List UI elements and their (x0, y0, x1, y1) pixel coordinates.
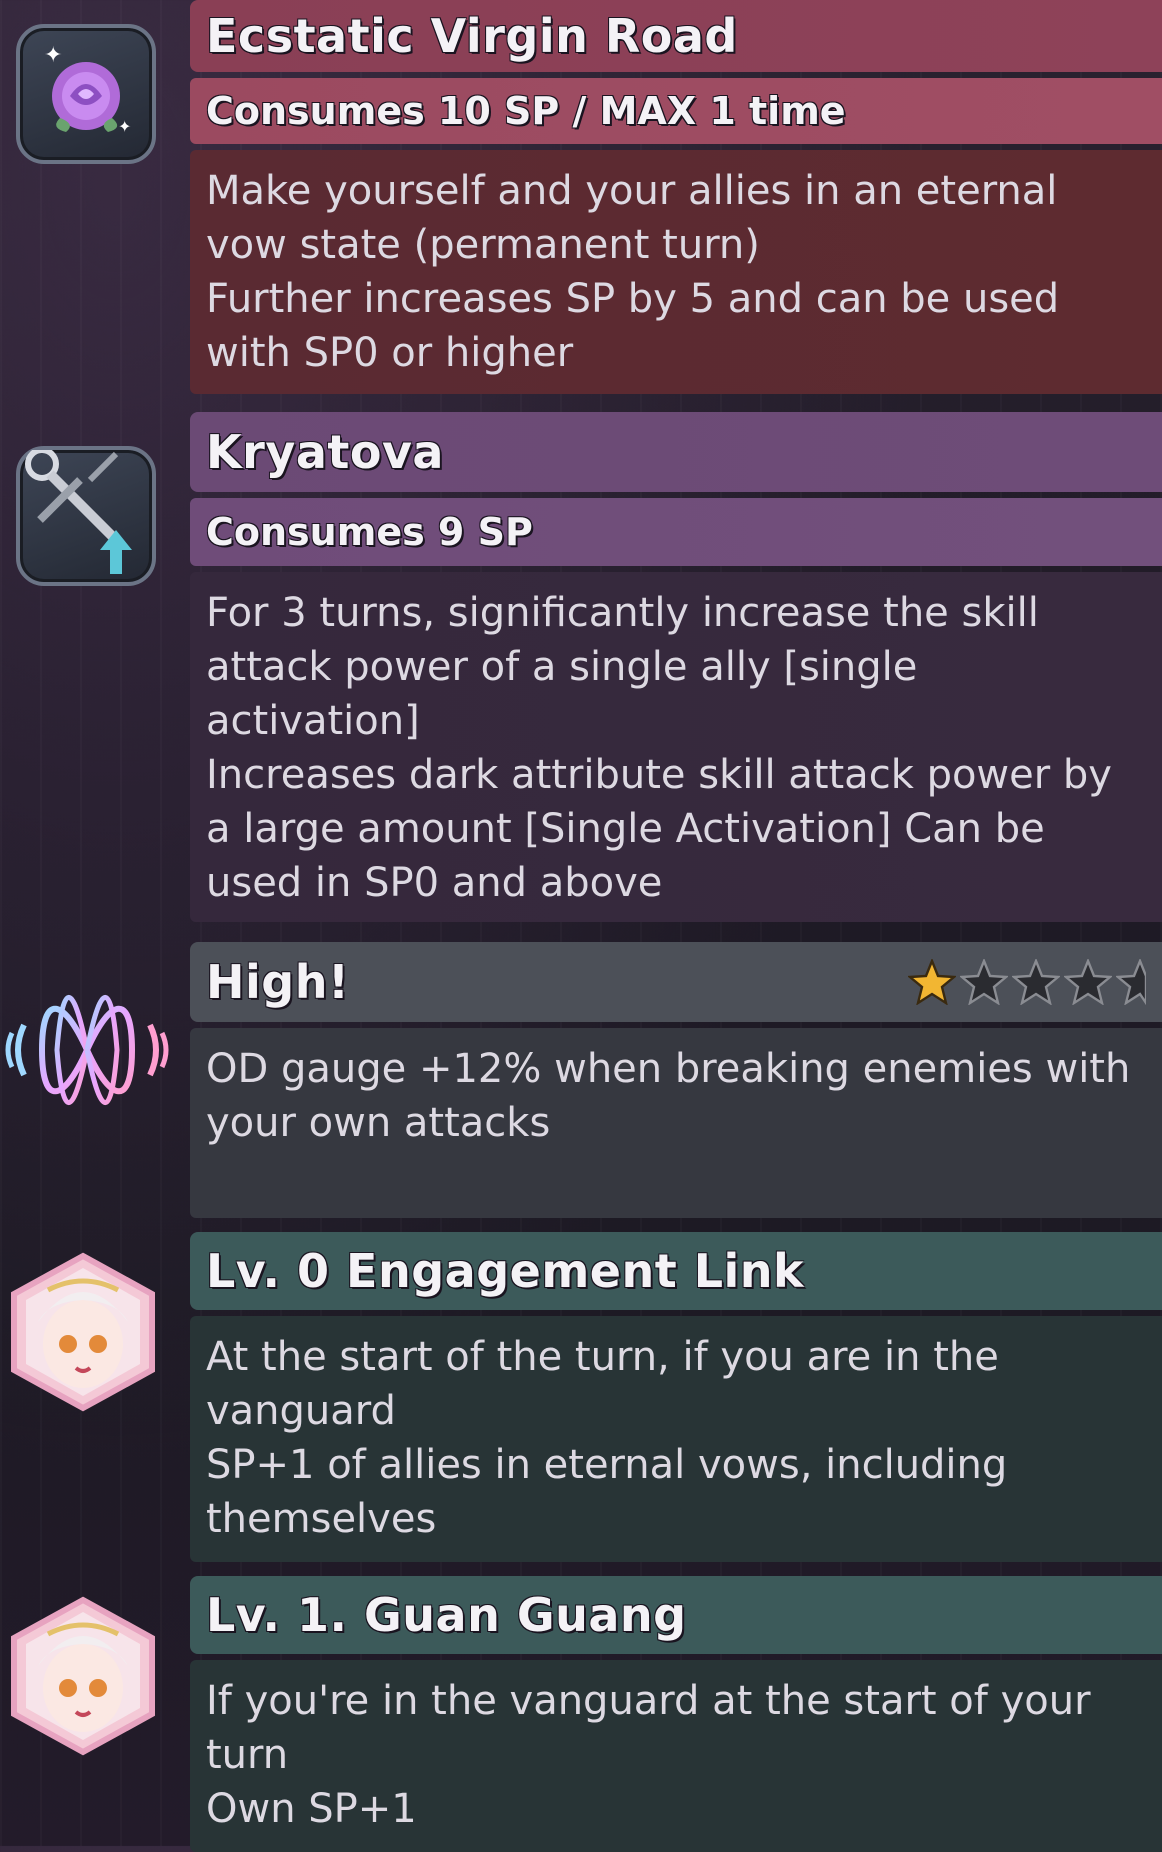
star-empty-icon (960, 959, 1008, 1005)
character-portrait-icon (11, 1252, 155, 1412)
link-portrait-0[interactable] (8, 1252, 158, 1412)
svg-text:✦: ✦ (44, 43, 62, 68)
star-empty-icon (1064, 959, 1112, 1005)
skill-title: Kryatova (190, 412, 1162, 492)
passive-icon-wrapper[interactable] (2, 975, 172, 1125)
star-empty-icon (1012, 959, 1060, 1005)
skill-icon-rose[interactable]: ✦ ✦ (16, 24, 156, 164)
passive-title-text: High! (206, 955, 350, 1009)
passive-title: High! (190, 942, 1162, 1022)
passive-card-high[interactable]: High! OD gauge +12% when breaking enemie… (190, 942, 1162, 1218)
skill-description: Make yourself and your allies in an eter… (190, 150, 1162, 394)
link-portrait-1[interactable] (8, 1596, 158, 1756)
rose-icon: ✦ ✦ (44, 43, 131, 136)
link-title: Lv. 1. Guan Guang (190, 1576, 1162, 1654)
passive-description: OD gauge +12% when breaking enemies with… (190, 1028, 1162, 1218)
sword-up-icon (25, 447, 132, 574)
skill-cost: Consumes 10 SP / MAX 1 time (190, 78, 1162, 144)
character-portrait-icon (11, 1596, 155, 1756)
skill-card-kryatova[interactable]: Kryatova Consumes 9 SP For 3 turns, sign… (190, 412, 1162, 922)
star-filled-icon (908, 959, 956, 1005)
skill-card-ecstatic-virgin-road[interactable]: Ecstatic Virgin Road Consumes 10 SP / MA… (190, 0, 1162, 394)
link-card-engagement[interactable]: Lv. 0 Engagement Link At the start of th… (190, 1232, 1162, 1562)
star-empty-icon (1116, 959, 1146, 1005)
skill-icon-sword[interactable] (16, 446, 156, 586)
infinity-wave-icon (5, 995, 169, 1105)
skill-description: For 3 turns, significantly increase the … (190, 572, 1162, 922)
link-description: If you're in the vanguard at the start o… (190, 1660, 1162, 1852)
skill-cost: Consumes 9 SP (190, 498, 1162, 566)
skill-title: Ecstatic Virgin Road (190, 0, 1162, 72)
link-title: Lv. 0 Engagement Link (190, 1232, 1162, 1310)
rarity-stars (908, 959, 1146, 1005)
svg-text:✦: ✦ (118, 117, 131, 136)
link-description: At the start of the turn, if you are in … (190, 1316, 1162, 1562)
link-card-guan-guang[interactable]: Lv. 1. Guan Guang If you're in the vangu… (190, 1576, 1162, 1852)
